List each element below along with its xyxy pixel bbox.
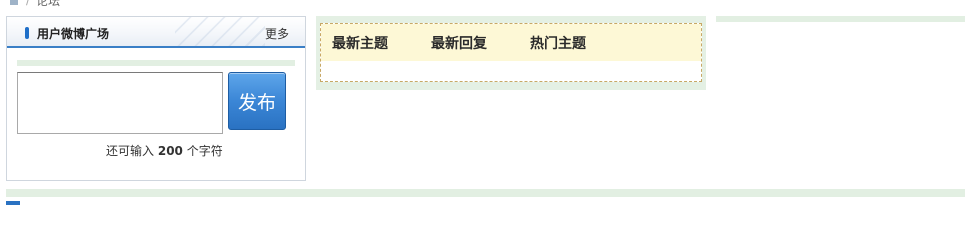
hint-prefix: 还可输入 bbox=[106, 144, 155, 158]
weibo-input[interactable] bbox=[17, 72, 223, 134]
topics-panel: 最新主题 最新回复 热门主题 bbox=[320, 23, 702, 82]
right-panel-strip bbox=[716, 16, 965, 22]
hint-suffix: 个字符 bbox=[186, 144, 223, 158]
char-count-hint: 还可输入 200 个字符 bbox=[106, 142, 223, 159]
breadcrumb-separator: / bbox=[26, 0, 31, 7]
bottom-divider-strip bbox=[6, 189, 965, 197]
hint-count: 200 bbox=[157, 144, 183, 158]
breadcrumb: / 论坛 bbox=[8, 0, 60, 9]
panel-title: 用户微博广场 bbox=[37, 27, 110, 41]
more-link[interactable]: 更多 bbox=[265, 25, 289, 42]
header-marker-icon bbox=[25, 27, 29, 39]
tab-latest-replies[interactable]: 最新回复 bbox=[431, 33, 487, 53]
section-marker-icon bbox=[6, 201, 20, 205]
tab-latest-topics[interactable]: 最新主题 bbox=[332, 33, 388, 53]
tab-hot-topics[interactable]: 热门主题 bbox=[530, 33, 586, 53]
home-icon[interactable] bbox=[8, 0, 20, 5]
publish-button[interactable]: 发布 bbox=[228, 72, 286, 130]
breadcrumb-current[interactable]: 论坛 bbox=[36, 0, 60, 9]
topics-tabs: 最新主题 最新回复 热门主题 bbox=[321, 24, 701, 61]
divider-strip bbox=[17, 60, 295, 66]
header-decoration bbox=[175, 17, 265, 46]
panel-header: 用户微博广场 更多 bbox=[7, 17, 305, 48]
